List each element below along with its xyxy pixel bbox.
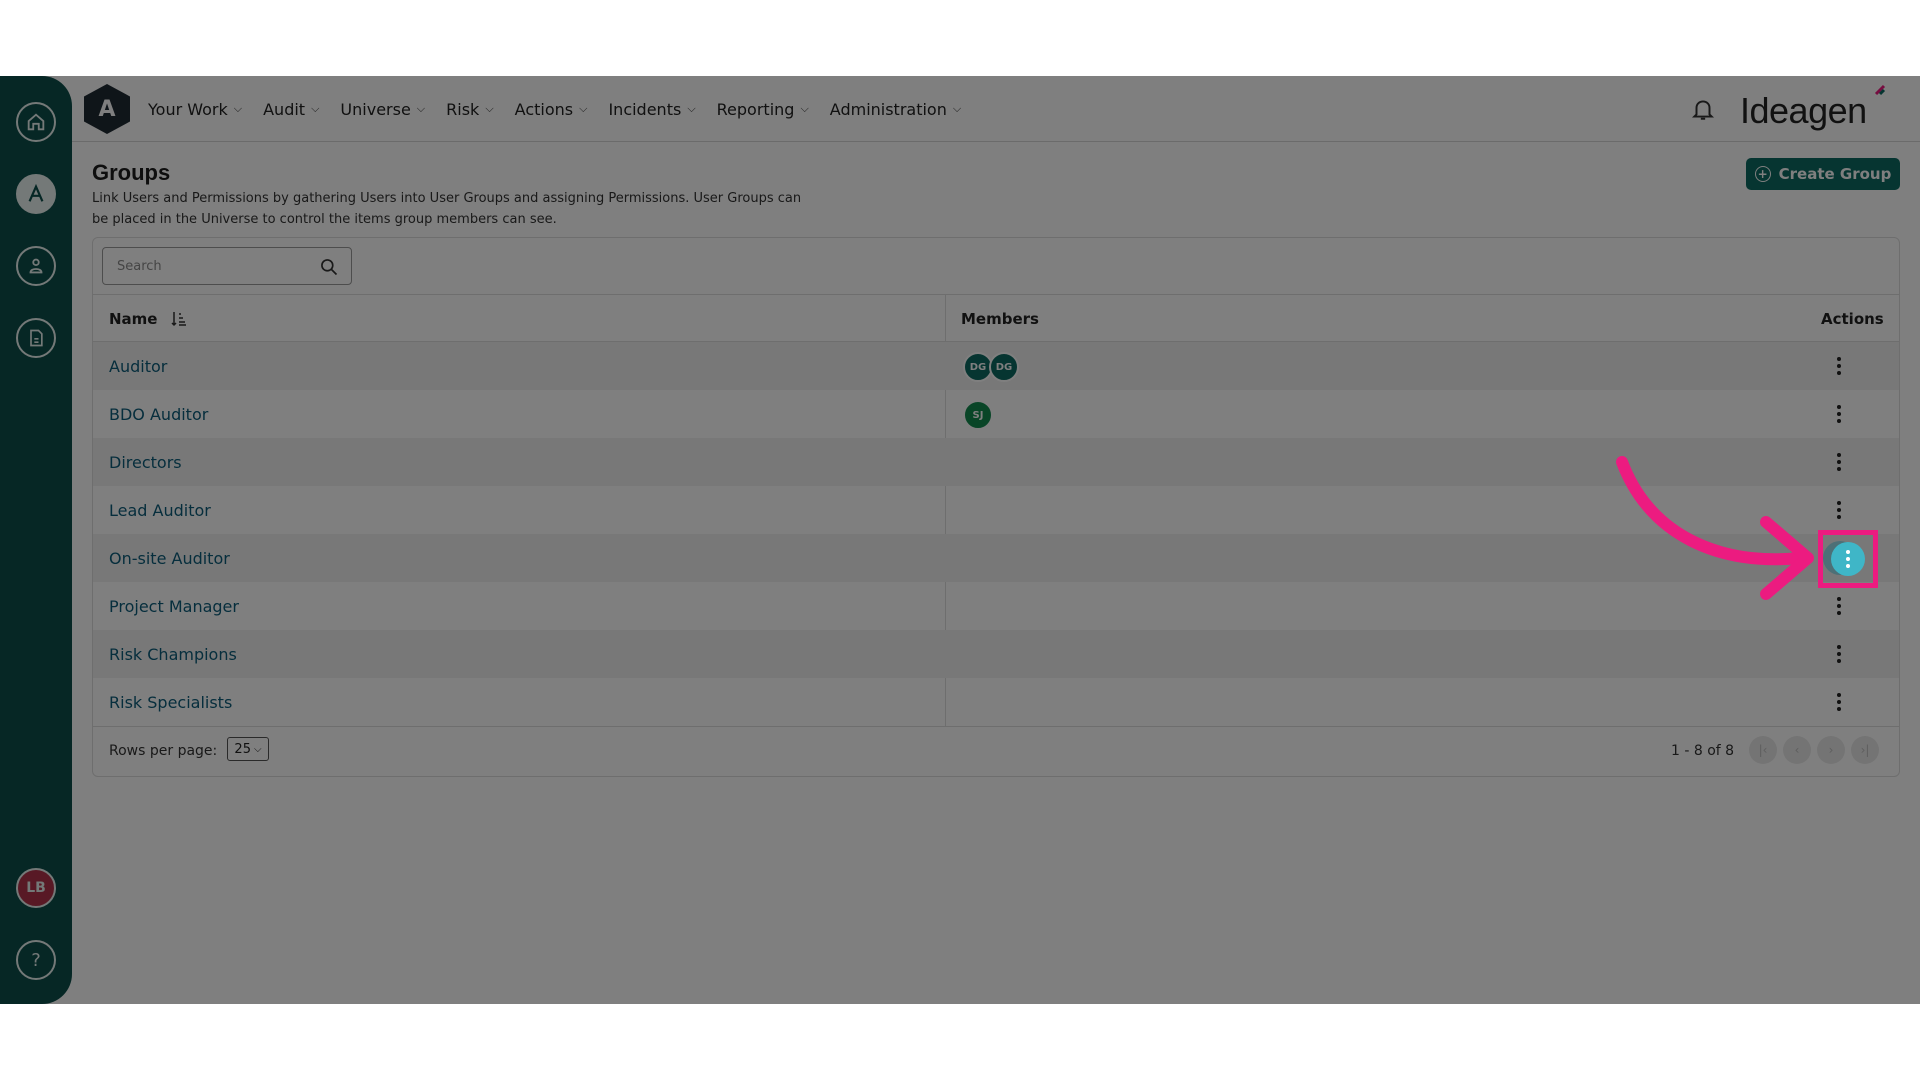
nav-administration[interactable]: Administration ⌵ [830, 100, 961, 119]
search-input[interactable]: Search [102, 247, 352, 285]
row-actions-menu-icon[interactable] [1827, 354, 1851, 378]
chevron-down-icon: ⌵ [311, 102, 320, 115]
row-actions-menu-icon[interactable] [1827, 498, 1851, 522]
rows-per-page-select[interactable]: 25 ⌵ [227, 737, 269, 761]
nav-label: Actions [514, 99, 574, 119]
group-name-link[interactable]: Project Manager [109, 597, 239, 616]
row-actions-menu-icon[interactable] [1827, 594, 1851, 618]
table-header: Name Members Actions [93, 294, 1899, 342]
nav-label: Universe [340, 99, 411, 119]
group-name-link[interactable]: On-site Auditor [109, 549, 230, 568]
nav-label: Your Work [148, 99, 228, 119]
members-list: SJ [963, 400, 993, 430]
table-row: Project Manager [93, 582, 1899, 630]
left-sidebar: LB ? [0, 76, 72, 1004]
row-actions-menu-icon[interactable] [1827, 642, 1851, 666]
table-row: Auditor DG DG [93, 342, 1899, 390]
nav-your-work[interactable]: Your Work ⌵ [148, 100, 242, 119]
row-actions-menu-icon[interactable] [1827, 402, 1851, 426]
top-navigation-bar: A Your Work ⌵ Audit ⌵ Universe ⌵ Risk ⌵ Acti… [72, 76, 1920, 142]
user-avatar[interactable]: LB [16, 868, 56, 908]
chevron-down-icon: ⌵ [952, 102, 962, 115]
next-page-icon[interactable]: › [1817, 736, 1845, 764]
rows-per-page-label: Rows per page: [109, 743, 218, 759]
documents-icon[interactable] [16, 318, 56, 358]
brand-mark-icon [1874, 84, 1886, 96]
create-group-label: Create Group [1778, 165, 1892, 183]
groups-table: Name Members Actions Auditor DG DG BDO A… [93, 294, 1899, 726]
user-avatar-initials: LB [26, 880, 46, 896]
nav-label: Incidents [608, 99, 682, 119]
sort-ascending-icon[interactable] [170, 310, 188, 328]
group-name-link[interactable]: Directors [109, 453, 182, 472]
row-actions-menu-icon[interactable] [1827, 690, 1851, 714]
nav-label: Reporting [716, 99, 795, 119]
search-icon[interactable] [319, 257, 339, 277]
nav-reporting[interactable]: Reporting ⌵ [717, 100, 809, 119]
table-row: Lead Auditor [93, 486, 1899, 534]
group-name-link[interactable]: BDO Auditor [109, 405, 208, 424]
chevron-down-icon: ⌵ [416, 102, 426, 115]
nav-label: Risk [446, 99, 480, 119]
app-frame: LB ? A Your Work ⌵ Audit ⌵ Universe ⌵ Risk ⌵… [0, 76, 1920, 1004]
first-page-icon[interactable]: |‹ [1749, 736, 1777, 764]
page-title: Groups [92, 160, 171, 185]
chevron-down-icon: ⌵ [233, 102, 243, 115]
table-row: On-site Auditor [93, 534, 1899, 582]
audit-app-icon[interactable] [16, 174, 56, 214]
table-row: Risk Specialists [93, 678, 1899, 726]
member-avatar[interactable]: DG [989, 352, 1019, 382]
table-row: Risk Champions [93, 630, 1899, 678]
chevron-down-icon: ⌵ [253, 743, 262, 755]
highlighted-actions-menu-icon[interactable] [1831, 542, 1865, 576]
prev-page-icon[interactable]: ‹ [1783, 736, 1811, 764]
nav-audit[interactable]: Audit ⌵ [263, 100, 319, 119]
help-icon[interactable]: ? [16, 940, 56, 980]
nav-universe[interactable]: Universe ⌵ [340, 100, 425, 119]
row-actions-menu-icon[interactable] [1827, 450, 1851, 474]
nav-incidents[interactable]: Incidents ⌵ [608, 100, 695, 119]
bell-icon[interactable] [1690, 96, 1716, 122]
chevron-down-icon: ⌵ [687, 102, 696, 115]
nav-label: Audit [263, 99, 306, 119]
table-footer: Rows per page: 25 ⌵ 1 - 8 of 8 |‹ ‹ › ›| [93, 726, 1899, 776]
header-actions: Actions [1821, 310, 1884, 328]
main-content: Groups Link Users and Permissions by gat… [72, 142, 1920, 1004]
nav-label: Administration [829, 99, 947, 119]
search-placeholder: Search [117, 259, 162, 274]
chevron-down-icon: ⌵ [579, 102, 588, 115]
rows-per-page-value: 25 [234, 741, 251, 757]
users-icon[interactable] [16, 246, 56, 286]
app-logo-letter: A [98, 96, 116, 122]
chevron-down-icon: ⌵ [800, 102, 809, 115]
header-members: Members [961, 310, 1039, 328]
last-page-icon[interactable]: ›| [1851, 736, 1879, 764]
pagination-range: 1 - 8 of 8 [1671, 743, 1735, 759]
member-avatar[interactable]: SJ [963, 400, 993, 430]
main-nav: Your Work ⌵ Audit ⌵ Universe ⌵ Risk ⌵ Action… [148, 76, 982, 142]
home-icon[interactable] [16, 102, 56, 142]
nav-risk[interactable]: Risk ⌵ [446, 100, 494, 119]
table-row: BDO Auditor SJ [93, 390, 1899, 438]
group-name-link[interactable]: Risk Champions [109, 645, 237, 664]
page-description: Link Users and Permissions by gathering … [92, 191, 802, 227]
brand-logo: Ideagen [1740, 90, 1867, 131]
header-name[interactable]: Name [109, 310, 157, 328]
members-list: DG DG [963, 352, 1019, 382]
group-name-link[interactable]: Risk Specialists [109, 693, 232, 712]
chevron-down-icon: ⌵ [485, 102, 494, 115]
plus-circle-icon: + [1754, 166, 1771, 182]
app-logo[interactable]: A [84, 84, 130, 134]
groups-panel: Search Name Members Actions Auditor DG D… [92, 237, 1900, 777]
group-name-link[interactable]: Auditor [109, 357, 167, 376]
help-label: ? [31, 949, 41, 971]
nav-actions[interactable]: Actions ⌵ [515, 100, 588, 119]
table-row: Directors [93, 438, 1899, 486]
create-group-button[interactable]: + Create Group [1746, 158, 1900, 190]
group-name-link[interactable]: Lead Auditor [109, 501, 211, 520]
